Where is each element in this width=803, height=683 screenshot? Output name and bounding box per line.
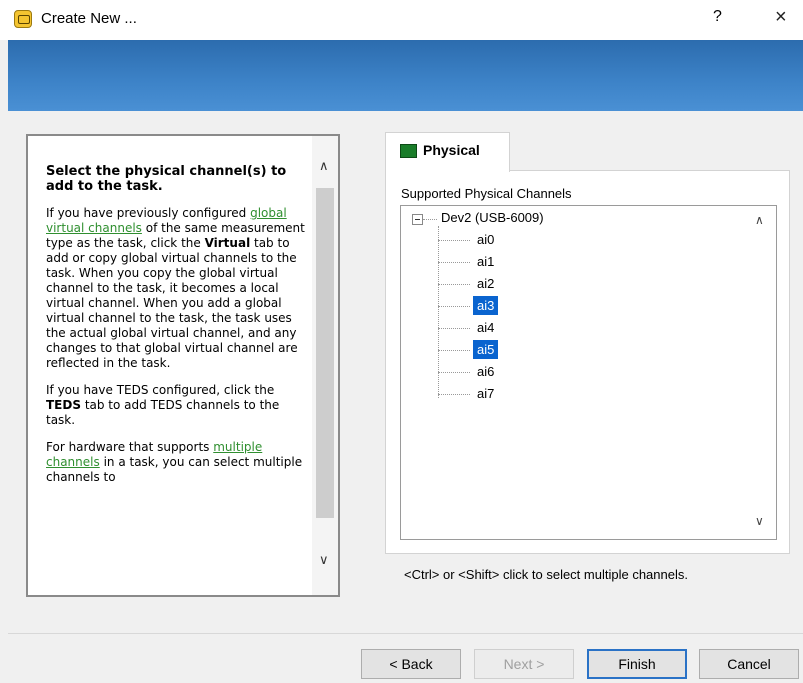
- help-heading: Select the physical channel(s) to add to…: [46, 164, 287, 194]
- virtual-tab-name: Virtual: [204, 236, 251, 250]
- close-button[interactable]: ×: [775, 6, 787, 29]
- help-paragraph-1: If you have previously configured global…: [46, 206, 306, 371]
- tree-line: [438, 306, 470, 307]
- tree-channel-row[interactable]: ai6: [438, 362, 738, 382]
- channel-ai7[interactable]: ai7: [473, 384, 498, 403]
- chevron-up-icon[interactable]: ∧: [755, 213, 764, 227]
- chevron-down-icon[interactable]: ∨: [319, 552, 329, 568]
- scrollbar-thumb[interactable]: [316, 188, 334, 518]
- teds-tab-name: TEDS: [46, 398, 81, 412]
- header-banner: [8, 40, 803, 111]
- tree-channel-row[interactable]: ai0: [438, 230, 738, 250]
- window-title: Create New ...: [41, 10, 137, 27]
- supported-channels-label: Supported Physical Channels: [401, 186, 572, 201]
- channel-ai2[interactable]: ai2: [473, 274, 498, 293]
- cancel-button[interactable]: Cancel: [699, 649, 799, 679]
- channel-ai4[interactable]: ai4: [473, 318, 498, 337]
- tree-line: [438, 240, 470, 241]
- help-text-span: If you have previously configured: [46, 206, 251, 220]
- channel-ai6[interactable]: ai6: [473, 362, 498, 381]
- tree-line: [438, 394, 470, 395]
- help-button[interactable]: ?: [713, 8, 722, 26]
- tree-channel-row[interactable]: ai3: [438, 296, 738, 316]
- help-text-span: tab to add or copy global virtual channe…: [46, 236, 298, 370]
- channel-tree[interactable]: Dev2 (USB-6009) ai0 ai1 ai2 ai3 ai4 ai5 ai6 ai7…: [400, 205, 777, 540]
- divider: [8, 633, 803, 634]
- help-paragraph-2: If you have TEDS configured, click the T…: [46, 383, 306, 428]
- tree-line: [438, 350, 470, 351]
- tab-physical[interactable]: Physical: [385, 132, 510, 172]
- help-paragraph-3: For hardware that supports multiple chan…: [46, 440, 306, 485]
- finish-button[interactable]: Finish: [587, 649, 687, 679]
- help-text: Select the physical channel(s) to add to…: [46, 164, 306, 497]
- help-scrollbar[interactable]: ∧ ∨: [312, 136, 338, 595]
- channel-ai1[interactable]: ai1: [473, 252, 498, 271]
- channel-ai0[interactable]: ai0: [473, 230, 498, 249]
- next-button[interactable]: Next >: [474, 649, 574, 679]
- help-text-span: For hardware that supports: [46, 440, 214, 454]
- help-text-span: If you have TEDS configured, click the: [46, 383, 275, 397]
- tree-channel-row[interactable]: ai5: [438, 340, 738, 360]
- help-panel: Select the physical channel(s) to add to…: [26, 134, 340, 597]
- tree-line: [423, 219, 437, 220]
- tree-line: [438, 284, 470, 285]
- tree-device-node[interactable]: Dev2 (USB-6009): [441, 210, 544, 225]
- title-bar: Create New ... ? ×: [0, 0, 803, 40]
- tab-physical-label: Physical: [423, 142, 480, 158]
- help-text-span: tab to add TEDS channels to the task.: [46, 398, 280, 427]
- chevron-down-icon[interactable]: ∨: [755, 514, 764, 528]
- app-icon: [14, 10, 32, 28]
- tree-line: [438, 372, 470, 373]
- tree-line: [438, 328, 470, 329]
- tree-channel-row[interactable]: ai4: [438, 318, 738, 338]
- tree-line: [438, 262, 470, 263]
- chevron-up-icon[interactable]: ∧: [319, 158, 329, 174]
- tree-channel-row[interactable]: ai7: [438, 384, 738, 404]
- collapse-icon[interactable]: [412, 214, 423, 225]
- tree-channel-row[interactable]: ai2: [438, 274, 738, 294]
- channel-ai3[interactable]: ai3: [473, 296, 499, 315]
- tree-channel-row[interactable]: ai1: [438, 252, 738, 272]
- channel-ai5[interactable]: ai5: [473, 340, 499, 359]
- back-button[interactable]: < Back: [361, 649, 461, 679]
- selection-hint: <Ctrl> or <Shift> click to select multip…: [404, 567, 688, 582]
- daq-device-icon: [400, 144, 417, 158]
